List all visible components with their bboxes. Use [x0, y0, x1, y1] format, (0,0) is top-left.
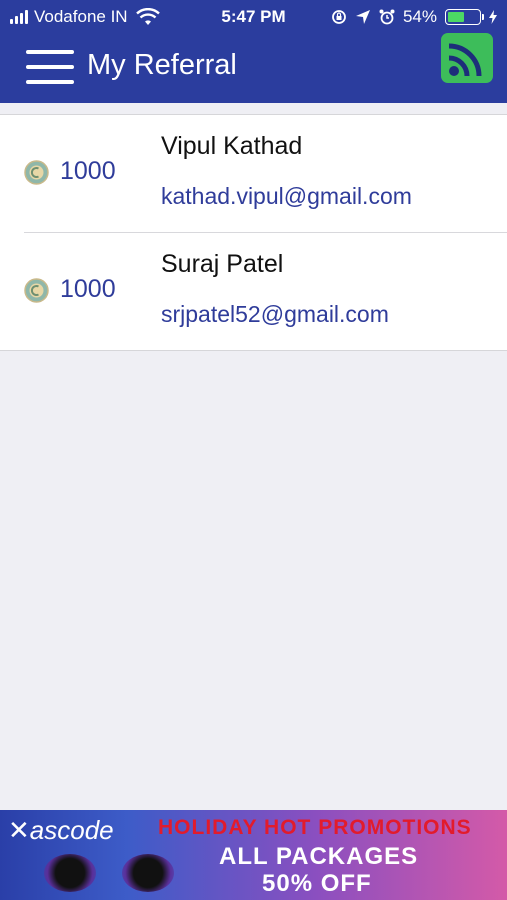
referral-points: 1000 — [60, 275, 116, 303]
ad-brand-logo: ✕ascode — [8, 815, 114, 845]
referral-email[interactable]: kathad.vipul@gmail.com — [161, 183, 412, 210]
battery-level — [448, 12, 464, 22]
ad-brand-text: ascode — [29, 815, 114, 845]
referral-list: 1000 Vipul Kathad kathad.vipul@gmail.com… — [0, 114, 507, 351]
alarm-icon — [379, 9, 395, 25]
referral-row[interactable]: 1000 Suraj Patel srjpatel52@gmail.com — [24, 232, 507, 350]
battery-icon — [445, 9, 484, 25]
battery-percent: 54% — [402, 7, 437, 26]
rotation-lock-icon — [332, 10, 346, 24]
referral-points: 1000 — [60, 157, 116, 185]
rss-feed-icon — [448, 43, 482, 77]
ad-product-image — [122, 854, 174, 892]
status-bar: Vodafone IN 5:47 PM 54% — [0, 0, 507, 34]
ad-banner[interactable]: ✕ascode HOLIDAY HOT PROMOTIONS ALL PACKA… — [0, 810, 507, 900]
app-header: Vodafone IN 5:47 PM 54% My Referral — [0, 0, 507, 103]
charging-icon — [489, 10, 497, 24]
referral-name: Suraj Patel — [161, 250, 284, 278]
coin-icon — [24, 278, 49, 303]
referral-name: Vipul Kathad — [161, 132, 303, 160]
ad-discount: 50% OFF — [262, 870, 372, 897]
referral-email[interactable]: srjpatel52@gmail.com — [161, 301, 389, 328]
ad-subheadline: ALL PACKAGES — [219, 843, 419, 870]
coin-icon — [24, 160, 49, 185]
hamburger-menu-icon[interactable] — [26, 50, 74, 84]
page-title: My Referral — [87, 49, 237, 81]
ad-product-image — [44, 854, 96, 892]
rss-feed-button[interactable] — [441, 33, 493, 83]
referral-row[interactable]: 1000 Vipul Kathad kathad.vipul@gmail.com — [0, 115, 507, 232]
location-icon — [355, 10, 370, 24]
ad-headline: HOLIDAY HOT PROMOTIONS — [158, 816, 472, 839]
